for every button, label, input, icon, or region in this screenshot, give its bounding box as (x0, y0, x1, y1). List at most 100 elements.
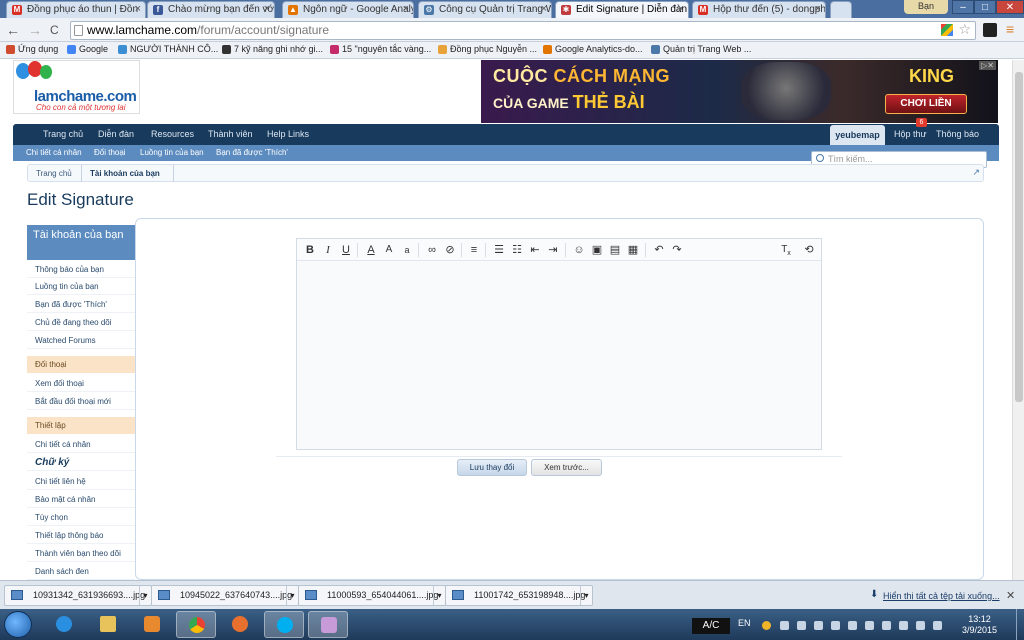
site-logo[interactable]: lamchame.com Cho con cả một tương lai (13, 60, 140, 114)
vertical-scrollbar[interactable] (1012, 60, 1024, 580)
download-item[interactable]: 10945022_637640743....jpg ▾ (151, 585, 299, 606)
media-app[interactable] (132, 611, 172, 638)
sidebar-item-contact-details[interactable]: Chi tiết liên hệ (27, 473, 135, 490)
bookmark-analytics[interactable]: Google Analytics-do... (543, 44, 643, 54)
sidebar-item-news-feed[interactable]: Luồng tin của bạn (27, 278, 135, 295)
subnav-personal-details[interactable]: Chi tiết cá nhân (26, 148, 82, 157)
close-icon[interactable]: × (815, 3, 821, 15)
remove-format-icon[interactable]: Tx (779, 243, 793, 257)
window-close-button[interactable]: ✕ (996, 0, 1024, 14)
sidebar-item-watched-threads[interactable]: Chủ đề đang theo dõi (27, 314, 135, 331)
save-button[interactable]: Lưu thay đổi (457, 459, 527, 476)
bookmark-nguoi-thanh-cong[interactable]: NGƯỜI THÀNH CÔ... (118, 44, 218, 54)
chevron-down-icon[interactable]: ▾ (433, 586, 445, 605)
translate-icon[interactable] (941, 24, 953, 36)
chrome-app[interactable] (176, 611, 216, 638)
address-bar[interactable]: www.lamchame.com/forum/account/signature… (70, 21, 976, 40)
download-item[interactable]: 10931342_631936693....jpg ▾ (4, 585, 152, 606)
editor-body[interactable] (297, 262, 821, 449)
forward-button[interactable]: → (28, 22, 42, 38)
close-download-bar-button[interactable]: ✕ (1006, 589, 1015, 602)
link-icon[interactable]: ∞ (425, 243, 439, 257)
tray-icon[interactable] (882, 621, 891, 630)
tab-5-active[interactable]: ✱ Edit Signature | Diễn đàn L × (555, 1, 689, 18)
language-indicator[interactable]: EN (738, 618, 751, 628)
sidebar-item-signature[interactable]: Chữ ký (27, 454, 135, 471)
tab-1[interactable]: M Đồng phục áo thun | Đồn × (6, 1, 146, 18)
sidebar-item-ignored[interactable]: Danh sách đen (27, 563, 135, 580)
sidebar-item-personal-details[interactable]: Chi tiết cá nhân (27, 436, 135, 453)
star-icon[interactable]: ☆ (958, 21, 971, 38)
subnav-conversations[interactable]: Đối thoại (94, 148, 126, 157)
sidebar-item-following[interactable]: Thành viên bạn theo dõi (27, 545, 135, 562)
tray-icon[interactable] (899, 621, 908, 630)
tray-icon[interactable] (814, 621, 823, 630)
redo-icon[interactable]: ↷ (670, 243, 684, 257)
chevron-down-icon[interactable]: ▾ (580, 586, 592, 605)
sidebar-item-alert-preferences[interactable]: Thiết lập thông báo (27, 527, 135, 544)
explorer-app[interactable] (88, 611, 128, 638)
sidebar-item-watched-forums[interactable]: Watched Forums (27, 332, 135, 349)
undo-icon[interactable]: ↶ (652, 243, 666, 257)
bookmark-apps[interactable]: Ứng dụng (6, 44, 58, 54)
download-item[interactable]: 11000593_654044061....jpg ▾ (298, 585, 446, 606)
clock[interactable]: 13:12 3/9/2015 (962, 614, 997, 636)
nav-forums[interactable]: Diễn đàn (98, 129, 134, 139)
nav-inbox[interactable]: Hộp thư (894, 129, 927, 139)
sidebar-item-likes[interactable]: Bạn đã được 'Thích' (27, 296, 135, 313)
sidebar-item-privacy[interactable]: Bảo mật cá nhân (27, 491, 135, 508)
smiley-icon[interactable]: ☺ (572, 243, 586, 257)
bold-button[interactable]: B (303, 243, 317, 257)
indent-icon[interactable]: ⇥ (546, 243, 560, 257)
skype-app[interactable] (264, 611, 304, 638)
image-icon[interactable]: ▣ (590, 243, 604, 257)
nav-home[interactable]: Trang chủ (43, 129, 83, 139)
ad-close-icon[interactable]: ▷✕ (979, 61, 996, 70)
sidebar-item-preferences[interactable]: Tùy chọn (27, 509, 135, 526)
firefox-app[interactable] (220, 611, 260, 638)
bookmark-nguyen-tac[interactable]: 15 "nguyên tắc vàng... (330, 44, 431, 54)
ad-banner[interactable]: CUỘC CÁCH MẠNG CỦA GAME THẺ BÀI KING CHƠ… (481, 60, 998, 123)
switch-mode-icon[interactable]: ⟲ (802, 243, 816, 257)
bookmark-dong-phuc[interactable]: Đồng phục Nguyễn ... (438, 44, 537, 54)
sidebar-item-view-conversations[interactable]: Xem đối thoại (27, 375, 135, 392)
show-desktop-button[interactable] (1016, 609, 1024, 640)
bookmark-google[interactable]: Google (67, 44, 108, 54)
close-icon[interactable]: × (541, 3, 547, 15)
ad-play-button[interactable]: CHƠI LIỀN (885, 94, 967, 114)
nav-user[interactable]: yeubemap (830, 125, 885, 145)
download-item[interactable]: 11001742_653198948....jpg ▾ (445, 585, 593, 606)
preview-button[interactable]: Xem trước... (531, 459, 602, 476)
sidebar-item-alerts[interactable]: Thông báo của bạn (27, 261, 135, 278)
tab-4[interactable]: ⚙ Công cụ Quản trị Trang W × (418, 1, 552, 18)
code-icon[interactable]: ▦ (626, 243, 640, 257)
align-left-icon[interactable]: ≡ (467, 243, 481, 257)
reload-button[interactable]: C (50, 23, 59, 37)
ie-app[interactable] (44, 611, 84, 638)
outdent-icon[interactable]: ⇤ (528, 243, 542, 257)
nav-alerts[interactable]: Thông báo (936, 129, 979, 139)
media-icon[interactable]: ▤ (608, 243, 622, 257)
menu-icon[interactable]: ≡ (1006, 21, 1014, 37)
font-family-button[interactable]: a (400, 243, 414, 257)
tab-6[interactable]: M Hộp thư đến (5) - dongph × (692, 1, 826, 18)
subnav-news-feed[interactable]: Luồng tin của bạn (140, 148, 204, 157)
tray-icon[interactable] (916, 621, 925, 630)
maximize-button[interactable]: □ (974, 0, 996, 14)
sidebar-item-start-conversation[interactable]: Bắt đầu đối thoại mới (27, 393, 135, 410)
nav-members[interactable]: Thành viên (208, 129, 253, 139)
bookmark-webmaster[interactable]: Quản trị Trang Web ... (651, 44, 751, 54)
bullet-list-icon[interactable]: ☰ (492, 243, 506, 257)
italic-button[interactable]: I (321, 243, 335, 257)
show-all-downloads-link[interactable]: Hiển thị tất cả tệp tải xuống... (883, 591, 1000, 601)
new-tab-button[interactable] (830, 1, 852, 18)
signal-tray-icon[interactable] (797, 621, 806, 630)
user-badge[interactable]: Bạn (904, 0, 948, 14)
extension-icon[interactable] (983, 23, 997, 37)
input-method-box[interactable]: A/C (692, 618, 730, 634)
bookmark-ky-nang[interactable]: 7 kỹ năng ghi nhớ gi... (222, 44, 323, 54)
nav-resources[interactable]: Resources (151, 129, 194, 139)
network-tray-icon[interactable] (848, 621, 857, 630)
breadcrumb-current[interactable]: Tài khoản của bạn (90, 169, 160, 178)
tab-2[interactable]: f Chào mừng bạn đến với × (147, 1, 275, 18)
